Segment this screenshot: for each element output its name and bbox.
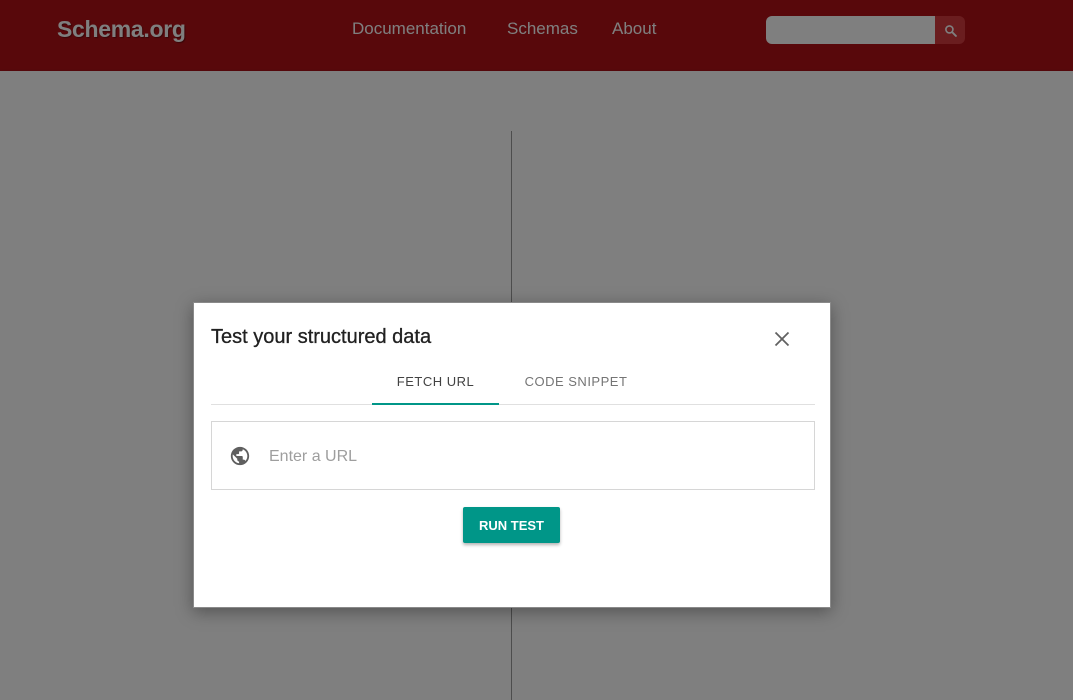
close-icon: [774, 331, 790, 347]
globe-icon: [230, 446, 250, 466]
dialog-tabs: FETCH URL CODE SNIPPET: [211, 359, 815, 405]
url-input[interactable]: [267, 442, 791, 472]
test-dialog: Test your structured data FETCH URL CODE…: [193, 302, 831, 608]
run-test-button[interactable]: RUN TEST: [463, 507, 560, 543]
dialog-title: Test your structured data: [211, 326, 432, 348]
tab-fetch-url[interactable]: FETCH URL: [372, 359, 499, 405]
tab-code-snippet[interactable]: CODE SNIPPET: [511, 359, 641, 403]
close-button[interactable]: [770, 327, 794, 351]
url-field[interactable]: [211, 421, 815, 490]
